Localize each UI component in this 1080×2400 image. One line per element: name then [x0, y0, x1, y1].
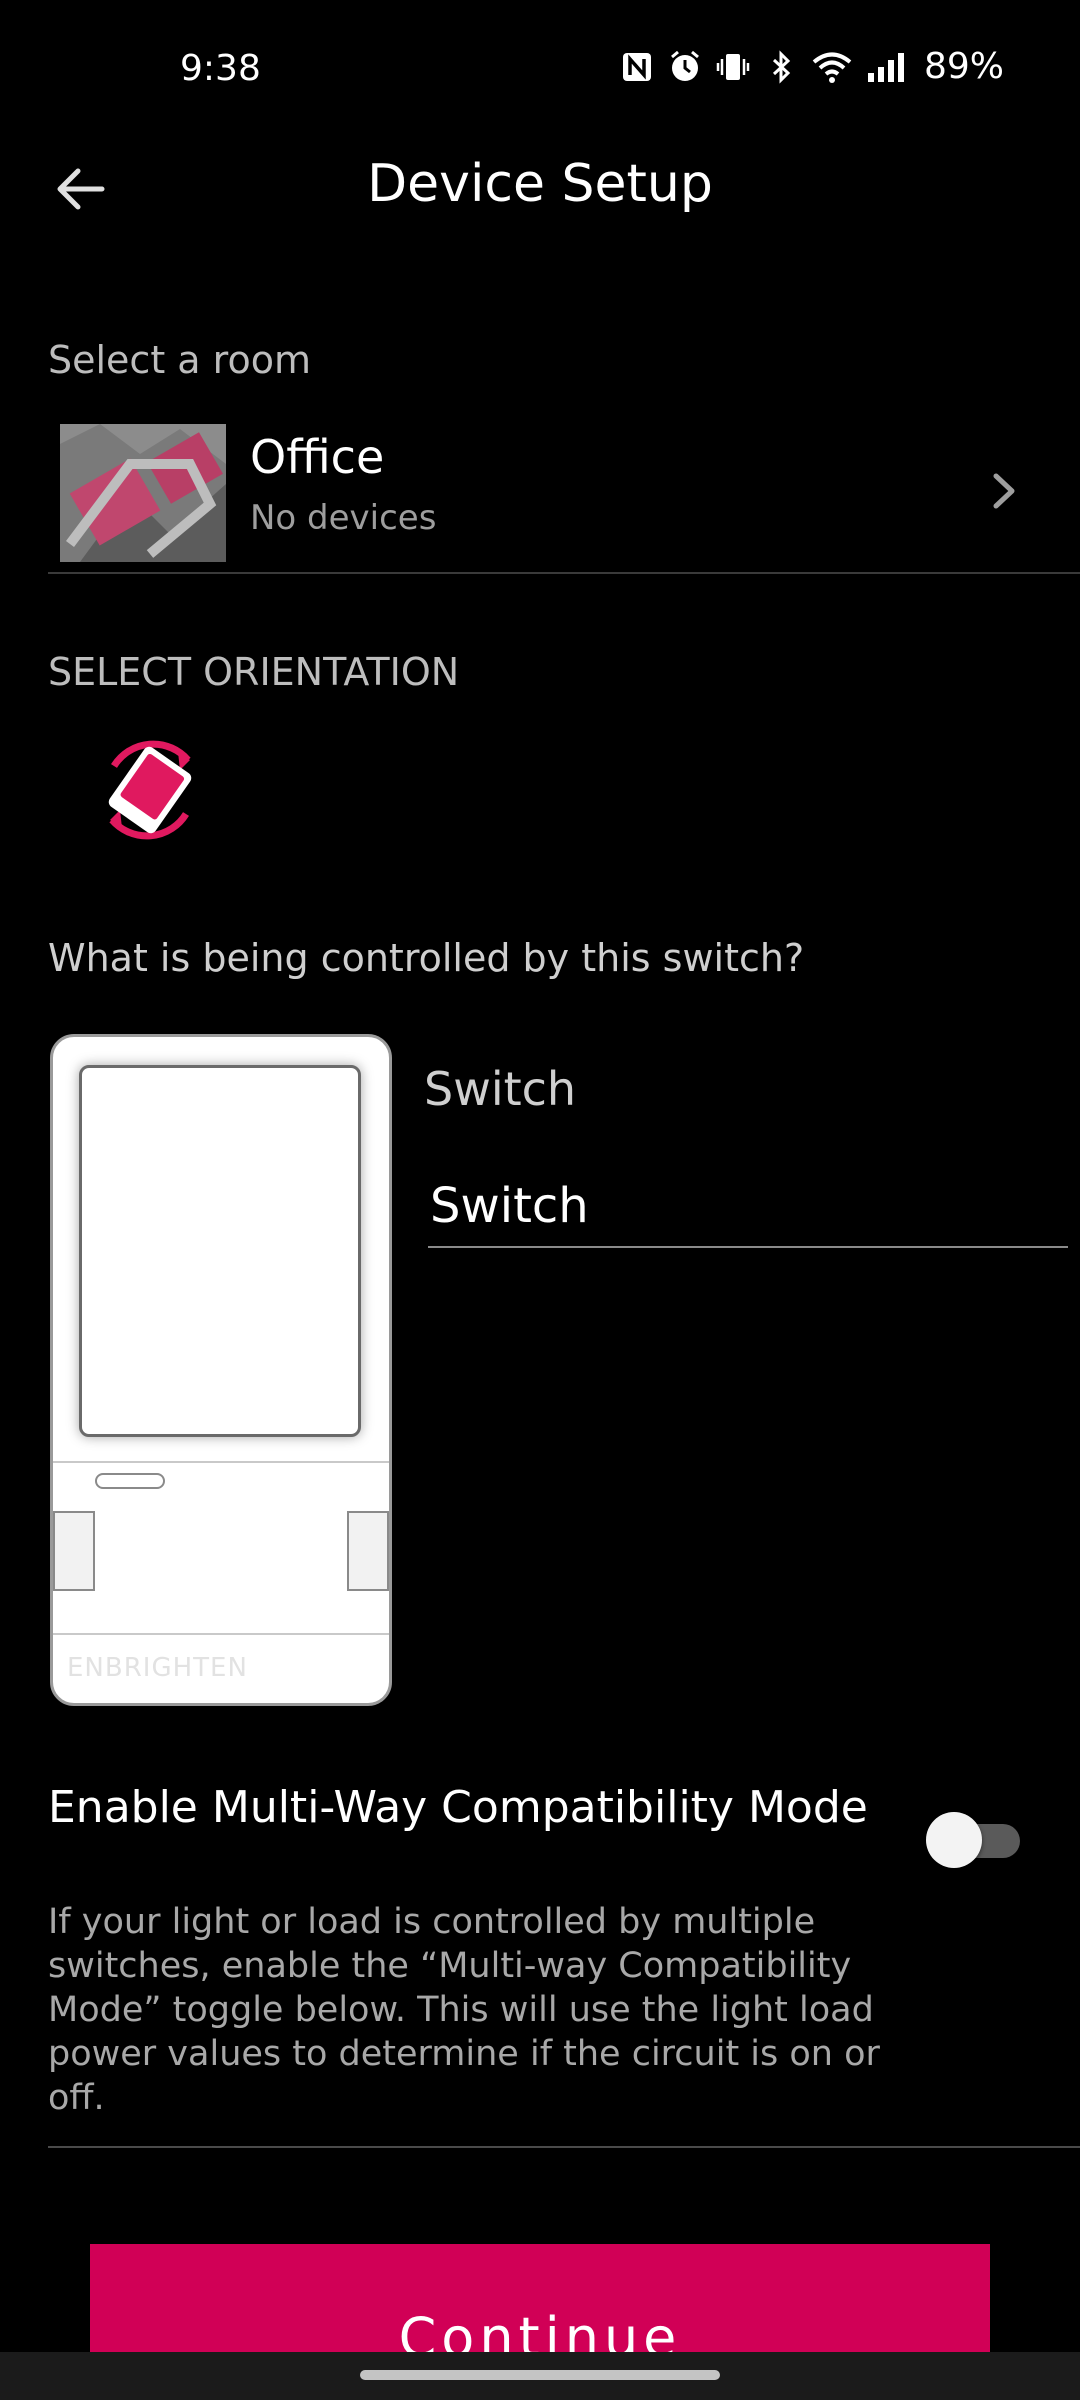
device-type-label: Switch: [424, 1062, 577, 1116]
status-icons: 89%: [620, 46, 1004, 87]
room-section-label: Select a room: [48, 338, 311, 382]
device-name-input[interactable]: [428, 1170, 1068, 1242]
switch-paddle: [79, 1065, 361, 1437]
navigation-bar: [0, 2352, 1080, 2400]
device-brand-logo: ENBRIGHTEN: [67, 1653, 248, 1683]
room-thumbnail: [60, 424, 226, 562]
room-device-count: No devices: [250, 498, 437, 538]
wifi-icon: [812, 52, 852, 83]
signal-icon: [867, 52, 904, 82]
page-title: Device Setup: [367, 154, 713, 214]
status-time: 9:38: [180, 48, 261, 89]
bluetooth-icon: [772, 49, 791, 84]
control-question: What is being controlled by this switch?: [48, 936, 805, 980]
status-bar: 9:38 89%: [0, 0, 1080, 140]
switch-led-slot: [95, 1473, 165, 1489]
vibrate-icon: [716, 53, 750, 80]
toggle-thumb: [926, 1812, 982, 1868]
device-name-field[interactable]: [428, 1170, 1068, 1248]
device-setup-screen: 9:38 89% Device Setup Select a room Offi…: [0, 0, 1080, 2400]
app-bar: Device Setup: [0, 140, 1080, 240]
switch-device-image: ENBRIGHTEN: [50, 1034, 392, 1706]
multiway-toggle[interactable]: [922, 1812, 1024, 1868]
room-name: Office: [250, 430, 385, 484]
section-divider: [48, 2146, 1080, 2148]
multiway-title: Enable Multi-Way Compatibility Mode: [48, 1782, 868, 1833]
nfc-icon: [622, 52, 651, 81]
battery-level: 89%: [923, 46, 1004, 87]
multiway-description: If your light or load is controlled by m…: [48, 1902, 880, 2118]
orientation-section-label: SELECT ORIENTATION: [48, 650, 460, 694]
chevron-right-icon: [993, 473, 1015, 509]
rotate-device-icon[interactable]: [90, 730, 210, 850]
room-selector[interactable]: Office No devices: [48, 410, 1080, 574]
home-gesture-handle[interactable]: [360, 2370, 720, 2380]
alarm-icon: [671, 50, 699, 81]
